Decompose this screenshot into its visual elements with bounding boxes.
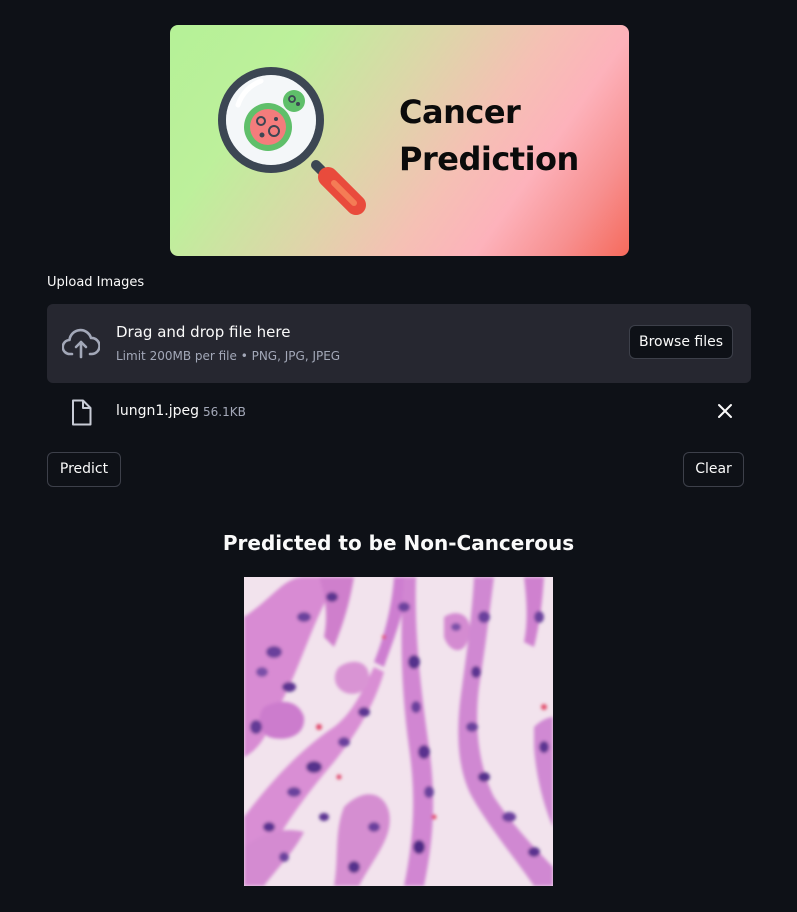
dropzone-title: Drag and drop file here	[116, 323, 291, 341]
banner-title: Cancer Prediction	[399, 89, 619, 183]
close-icon[interactable]	[715, 401, 735, 421]
cloud-upload-icon	[62, 328, 100, 359]
predict-button[interactable]: Predict	[47, 452, 121, 487]
histology-image-graphic	[244, 577, 553, 886]
file-dropzone[interactable]: Drag and drop file here Limit 200MB per …	[47, 304, 751, 383]
banner-title-line2: Prediction	[399, 140, 579, 178]
dropzone-limit: Limit 200MB per file • PNG, JPG, JPEG	[116, 349, 341, 363]
clear-button[interactable]: Clear	[683, 452, 744, 487]
browse-files-button[interactable]: Browse files	[629, 325, 733, 359]
uploaded-file-name: lungn1.jpeg	[116, 403, 200, 419]
histology-image	[244, 577, 553, 886]
file-icon	[72, 399, 92, 426]
header-banner: Cancer Prediction	[170, 25, 629, 256]
magnifier-cell-icon	[218, 67, 366, 215]
banner-title-line1: Cancer	[399, 93, 521, 131]
prediction-result-title: Predicted to be Non-Cancerous	[222, 531, 575, 555]
uploaded-file-size: 56.1KB	[203, 405, 246, 419]
app-page: Cancer Prediction Upload Images Drag and…	[0, 0, 797, 912]
upload-label: Upload Images	[47, 275, 145, 290]
